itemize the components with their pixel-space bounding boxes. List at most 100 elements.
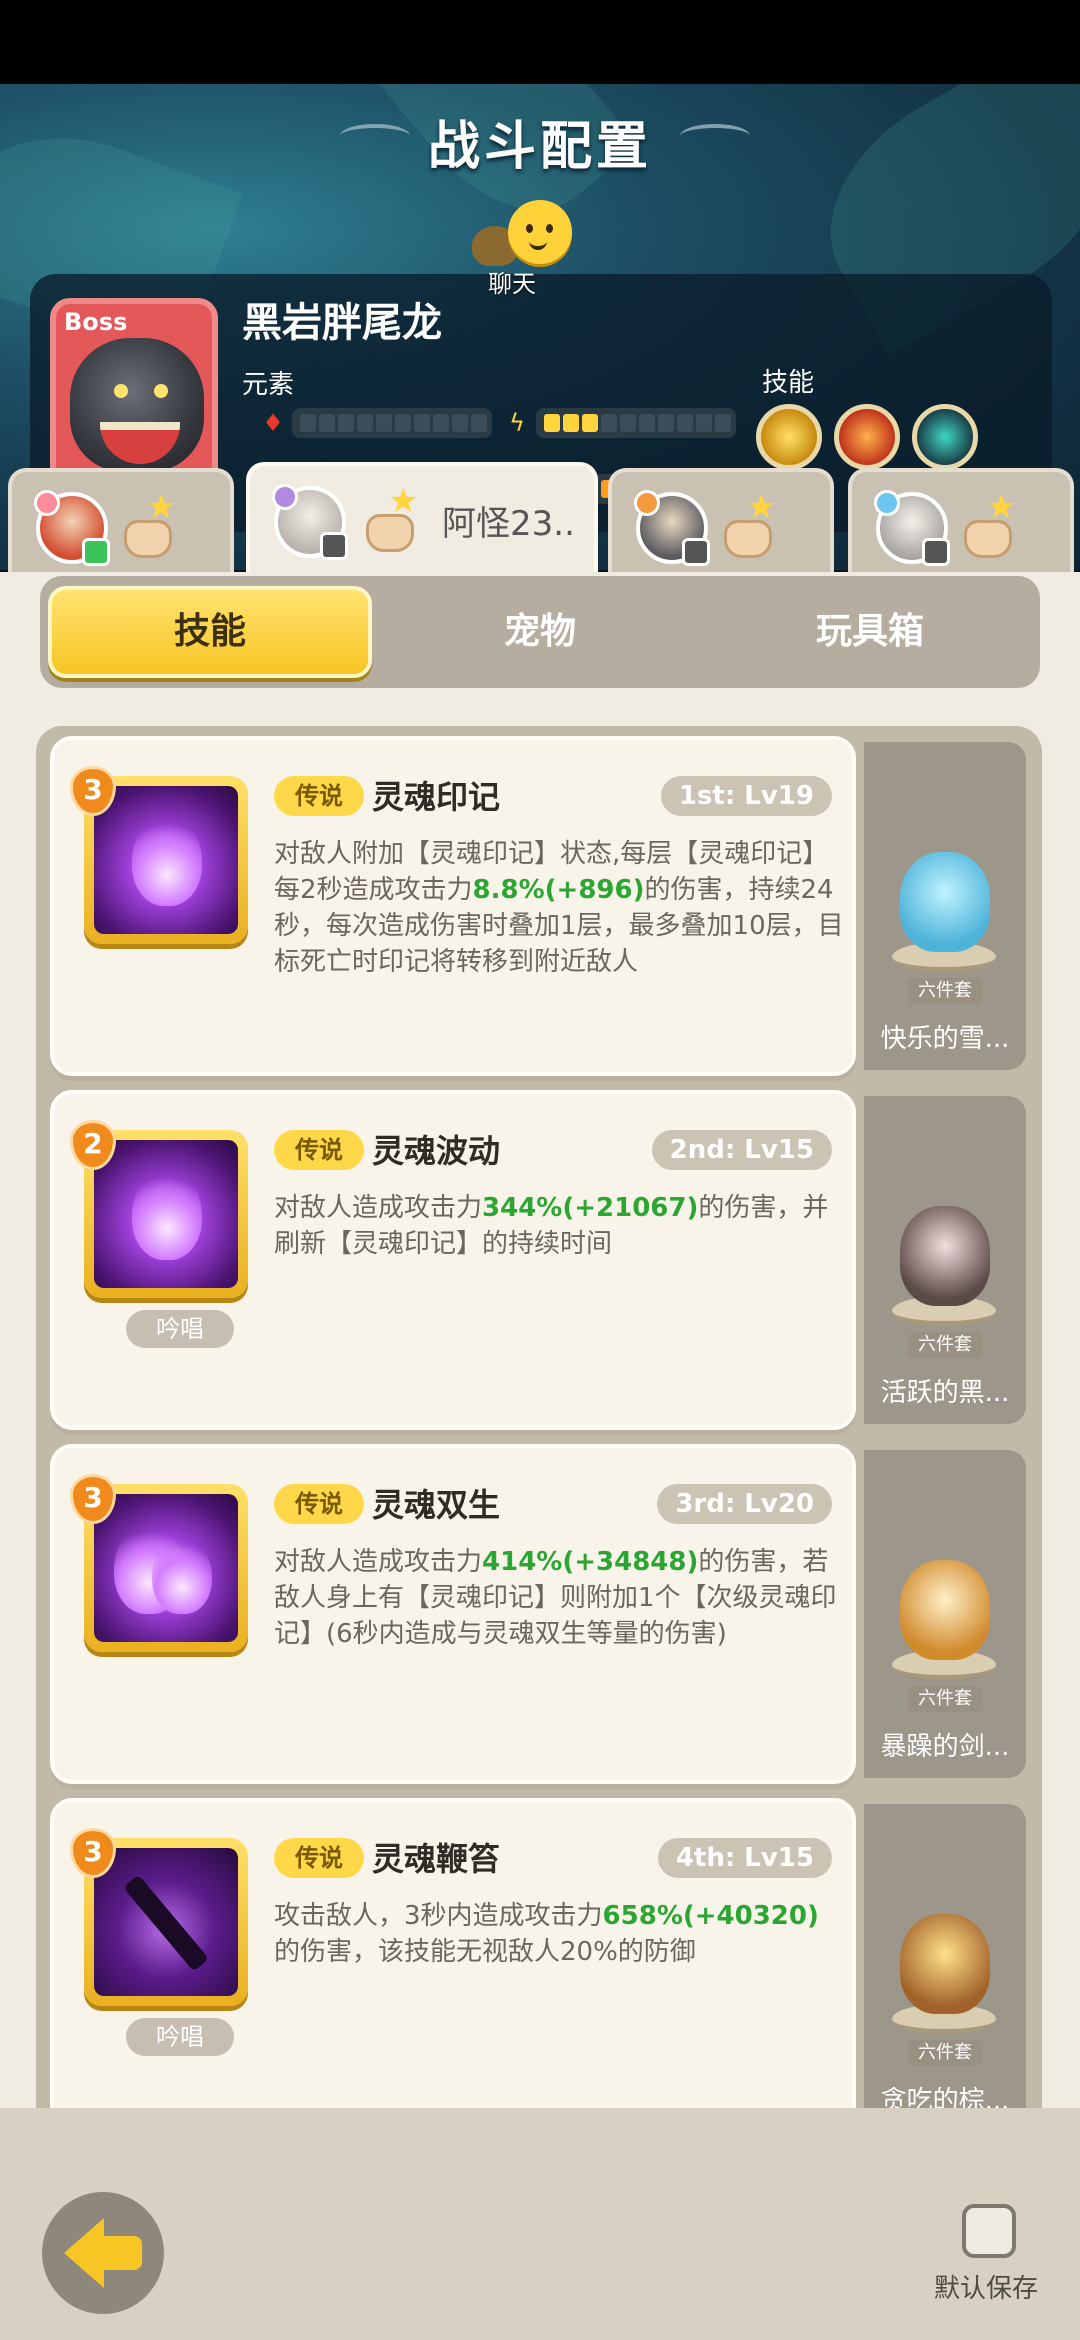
pet-slot[interactable]: 六件套 贪吃的棕... [864,1804,1026,2132]
bar-segment [696,414,712,432]
soul-twin-icon [94,1494,238,1642]
bar-segment [658,414,674,432]
beast-skill-icon[interactable] [912,404,978,470]
boss-name: 黑岩胖尾龙 [242,300,442,346]
pet-set-tag: 六件套 [908,978,982,1004]
chant-tag: 吟唱 [126,2018,234,2056]
like-hand-icon: ★ [366,484,426,554]
player-tab-1[interactable]: ★ [8,468,234,572]
bar-segment [563,414,579,432]
chat-label: 聊天 [488,270,536,298]
back-button[interactable] [42,2192,164,2314]
player-tab-3[interactable]: ★ [608,468,834,572]
lightning-bar [536,408,736,438]
element-label: 元素 [242,370,295,400]
bar-segment [620,414,636,432]
skill-card[interactable]: 3 吟唱 传说 灵魂鞭笞 4th: Lv15 攻击敌人，3秒内造成攻击力658%… [50,1798,856,2138]
rarity-tag: 传说 [274,1130,364,1170]
class-badge-icon [34,490,60,516]
status-bar [0,0,1080,84]
status-badge-icon [922,538,950,566]
player-tab-2[interactable]: ★ 阿怪23.. [246,462,598,572]
skill-level-tag: 2nd: Lv15 [651,1130,832,1170]
bar-segment [433,414,449,432]
bar-segment [319,414,335,432]
status-badge-icon [320,532,348,560]
player-avatar [874,490,950,566]
bar-segment [601,414,617,432]
boar-pet-icon [900,1206,990,1306]
player-avatar [634,490,710,566]
bar-segment [639,414,655,432]
bar-segment [582,414,598,432]
skill-name: 灵魂波动 [372,1132,501,1170]
skill-name: 灵魂双生 [372,1486,501,1524]
bar-segment [376,414,392,432]
skill-card[interactable]: 2 吟唱 传说 灵魂波动 2nd: Lv15 对敌人造成攻击力344%(+210… [50,1090,856,1430]
skill-card[interactable]: 3 传说 灵魂印记 1st: Lv19 对敌人附加【灵魂印记】状态,每层【灵魂印… [50,736,856,1076]
bar-segment [395,414,411,432]
class-badge-icon [634,490,660,516]
back-arrow-icon [64,2218,142,2288]
bee-bear-pet-icon [900,1914,990,2014]
segment-skills[interactable]: 技能 [48,586,372,678]
class-badge-icon [272,484,298,510]
pet-name: 暴躁的剑... [880,1732,1010,1762]
pet-set-tag: 六件套 [908,2040,982,2066]
soul-whip-icon [94,1848,238,1996]
bar-segment [338,414,354,432]
pet-name: 快乐的雪... [880,1024,1010,1054]
bar-segment [357,414,373,432]
skill-level-tag: 4th: Lv15 [657,1838,832,1878]
skill-list-area: 3 传说 灵魂印记 1st: Lv19 对敌人附加【灵魂印记】状态,每层【灵魂印… [0,700,1080,2152]
segment-toybox[interactable]: 玩具箱 [708,586,1032,678]
boss-badge: Boss [64,308,128,336]
skill-description: 对敌人造成攻击力344%(+21067)的伤害，并刷新【灵魂印记】的持续时间 [274,1193,829,1259]
rarity-tag: 传说 [274,1838,364,1878]
skill-description: 对敌人附加【灵魂印记】状态,每层【灵魂印记】每2秒造成攻击力8.8%(+896)… [274,839,844,977]
player-tab-4[interactable]: ★ [848,468,1074,572]
status-badge-icon [682,538,710,566]
bar-segment [414,414,430,432]
page-title: 战斗配置 [427,117,652,177]
player-tabs: ★ ★ 阿怪23.. ★ ★ [0,462,1080,572]
pet-slot[interactable]: 六件套 暴躁的剑... [864,1450,1026,1778]
skill-name: 灵魂印记 [372,778,501,816]
fire-icon: ♦ [262,409,284,437]
rarity-tag: 传说 [274,1484,364,1524]
default-save-label: 默认保存 [934,2274,1039,2304]
chat-button[interactable]: 聊天 [472,200,580,298]
pet-slot[interactable]: 六件套 快乐的雪... [864,742,1026,1070]
footer: 默认保存 [0,2108,1080,2340]
like-hand-icon: ★ [724,490,784,560]
skill-label: 技能 [762,368,815,398]
like-hand-icon: ★ [964,490,1024,560]
fire-claw-skill-icon[interactable] [834,404,900,470]
bar-segment [715,414,731,432]
snow-pet-icon [900,852,990,952]
pet-slot[interactable]: 六件套 活跃的黑... [864,1096,1026,1424]
bar-segment [677,414,693,432]
status-badge-icon [82,538,110,566]
soul-wave-icon [94,1140,238,1288]
skill-name: 灵魂鞭笞 [372,1840,501,1878]
skill-level-tag: 1st: Lv19 [660,776,832,816]
soul-mark-icon [94,786,238,934]
bar-segment [471,414,487,432]
player-name: 阿怪23.. [442,504,575,544]
boss-portrait [70,338,204,472]
skill-card[interactable]: 3 传说 灵魂双生 3rd: Lv20 对敌人造成攻击力414%(+34848)… [50,1444,856,1784]
chat-face-icon [508,200,572,264]
bar-segment [452,414,468,432]
default-save-checkbox[interactable] [962,2204,1016,2258]
chant-tag: 吟唱 [126,1310,234,1348]
player-avatar [272,484,348,560]
class-badge-icon [874,490,900,516]
bar-segment [300,414,316,432]
segment-pets[interactable]: 宠物 [378,586,702,678]
skill-description: 对敌人造成攻击力414%(+34848)的伤害，若敌人身上有【灵魂印记】则附加1… [274,1547,837,1649]
fire-bar [292,408,492,438]
horn-skill-icon[interactable] [756,404,822,470]
pet-set-tag: 六件套 [908,1686,982,1712]
pet-set-tag: 六件套 [908,1332,982,1358]
